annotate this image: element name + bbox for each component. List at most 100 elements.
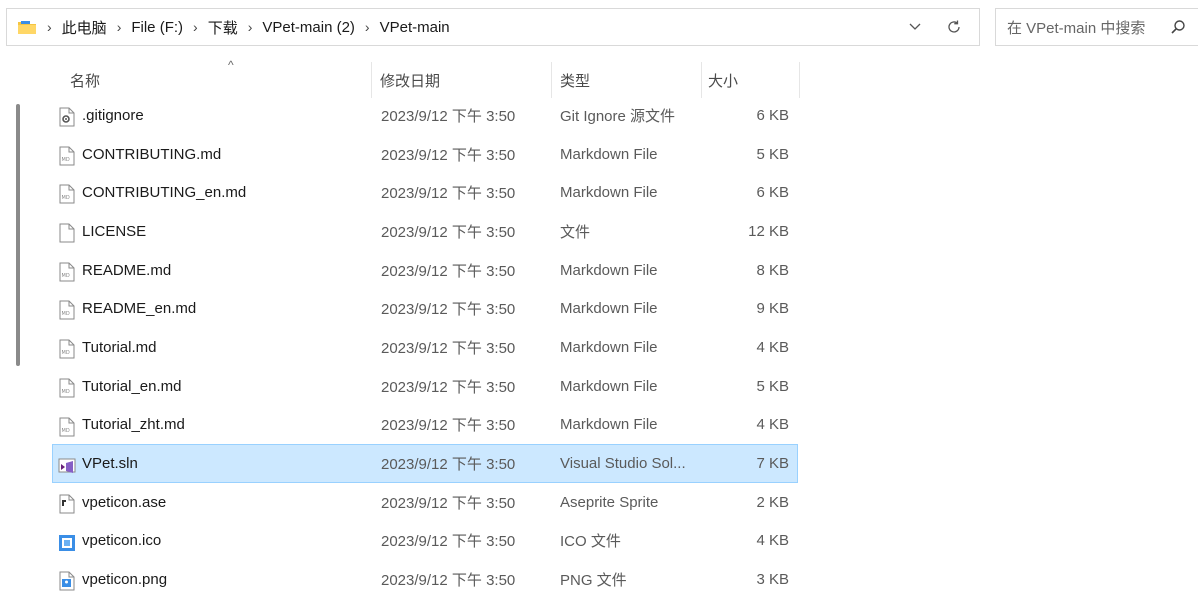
file-date: 2023/9/12 下午 3:50 (381, 301, 516, 319)
breadcrumb: › 此电脑 › File (F:) › 下载 › VPet-main (2) › VPet-mai… (37, 17, 450, 38)
column-name-label: 名称 (70, 72, 101, 90)
file-row[interactable]: vpeticon.ico 2023/9/12 下午 3:50 ICO 文件 4 KB (52, 522, 798, 561)
breadcrumb-separator-icon[interactable]: › (365, 19, 370, 35)
file-row[interactable]: .gitignore 2023/9/12 下午 3:50 Git Ignore 源文… (52, 96, 798, 135)
address-bar[interactable]: › 此电脑 › File (F:) › 下载 › VPet-main (2) › VPet-mai… (6, 8, 980, 46)
file-name: Tutorial_en.md (82, 377, 182, 395)
svg-text:MD: MD (62, 157, 70, 163)
file-date: 2023/9/12 下午 3:50 (381, 262, 516, 280)
file-type: Git Ignore 源文件 (560, 107, 676, 125)
file-list: .gitignore 2023/9/12 下午 3:50 Git Ignore 源文… (52, 96, 798, 596)
file-size: 3 KB (756, 571, 789, 589)
breadcrumb-separator-icon[interactable]: › (248, 19, 253, 35)
markdown-file-icon: MD (58, 300, 76, 320)
markdown-file-icon: MD (58, 339, 76, 359)
chevron-down-icon[interactable] (907, 18, 923, 34)
file-size: 12 KB (748, 222, 789, 240)
file-row[interactable]: MD Tutorial.md 2023/9/12 下午 3:50 Markdown F… (52, 328, 798, 367)
blank-file-icon (58, 223, 76, 243)
column-date-label: 修改日期 (380, 72, 441, 90)
folder-icon (17, 19, 37, 35)
file-name: LICENSE (82, 222, 147, 240)
file-row[interactable]: MD Tutorial_zht.md 2023/9/12 下午 3:50 Markdo… (52, 406, 798, 445)
breadcrumb-separator-icon[interactable]: › (47, 19, 52, 35)
file-size: 5 KB (756, 377, 789, 395)
png-file-icon (58, 571, 76, 591)
svg-text:MD: MD (62, 389, 70, 395)
file-name: Tutorial.md (82, 338, 157, 356)
file-type: 文件 (560, 223, 591, 241)
file-name: Tutorial_zht.md (82, 416, 185, 434)
column-header-name[interactable]: 名称 ^ (52, 58, 372, 98)
search-input[interactable]: 在 VPet-main 中搜索 (995, 8, 1198, 46)
file-type: Markdown File (560, 377, 658, 395)
markdown-file-icon: MD (58, 378, 76, 398)
file-name: vpeticon.ico (82, 532, 162, 550)
svg-text:MD: MD (62, 428, 70, 434)
file-type: Markdown File (560, 184, 658, 202)
file-name: VPet.sln (82, 455, 138, 473)
file-size: 4 KB (756, 416, 789, 434)
file-size: 7 KB (756, 455, 789, 473)
breadcrumb-item[interactable]: 此电脑 (62, 17, 107, 38)
file-row[interactable]: MD CONTRIBUTING_en.md 2023/9/12 下午 3:50 Mar… (52, 173, 798, 212)
markdown-file-icon: MD (58, 184, 76, 204)
svg-text:MD: MD (62, 311, 70, 317)
column-header-type[interactable]: 类型 (552, 62, 702, 98)
file-row[interactable]: vpeticon.png 2023/9/12 下午 3:50 PNG 文件 3 KB (52, 560, 798, 596)
file-type: Markdown File (560, 145, 658, 163)
file-name: CONTRIBUTING_en.md (82, 184, 247, 202)
column-header-date[interactable]: 修改日期 (372, 62, 552, 98)
file-size: 2 KB (756, 493, 789, 511)
file-type: Visual Studio Sol... (560, 455, 686, 473)
refresh-icon[interactable] (945, 18, 963, 36)
svg-text:MD: MD (62, 195, 70, 201)
file-size: 9 KB (756, 300, 789, 318)
column-type-label: 类型 (560, 72, 591, 90)
file-date: 2023/9/12 下午 3:50 (381, 456, 516, 474)
breadcrumb-separator-icon[interactable]: › (117, 19, 122, 35)
breadcrumb-item[interactable]: 下载 (208, 17, 238, 38)
breadcrumb-item[interactable]: VPet-main (380, 19, 450, 36)
file-date: 2023/9/12 下午 3:50 (381, 223, 516, 241)
column-header-size[interactable]: 大小 (702, 62, 800, 98)
column-header: 名称 ^ 修改日期 类型 大小 (52, 58, 800, 98)
file-size: 6 KB (756, 106, 789, 124)
svg-text:MD: MD (62, 350, 70, 356)
file-date: 2023/9/12 下午 3:50 (381, 494, 516, 512)
file-date: 2023/9/12 下午 3:50 (381, 339, 516, 357)
aseprite-file-icon (58, 494, 76, 514)
file-type: PNG 文件 (560, 572, 627, 590)
file-type: Markdown File (560, 416, 658, 434)
file-row[interactable]: vpeticon.ase 2023/9/12 下午 3:50 Aseprite Sp… (52, 483, 798, 522)
markdown-file-icon: MD (58, 262, 76, 282)
file-row[interactable]: MD CONTRIBUTING.md 2023/9/12 下午 3:50 Markdo… (52, 135, 798, 174)
search-icon[interactable] (1170, 19, 1186, 35)
breadcrumb-separator-icon[interactable]: › (193, 19, 198, 35)
file-row[interactable]: LICENSE 2023/9/12 下午 3:50 文件 12 KB (52, 212, 798, 251)
file-row[interactable]: MD README.md 2023/9/12 下午 3:50 Markdown Fil… (52, 251, 798, 290)
file-type: Aseprite Sprite (560, 493, 659, 511)
file-type: ICO 文件 (560, 533, 621, 551)
breadcrumb-item[interactable]: VPet-main (2) (262, 19, 355, 36)
file-type: Markdown File (560, 338, 658, 356)
file-date: 2023/9/12 下午 3:50 (381, 185, 516, 203)
gitignore-file-icon (58, 107, 76, 127)
vertical-scrollbar[interactable] (16, 104, 20, 366)
file-name: .gitignore (82, 106, 144, 124)
ico-file-icon (58, 533, 76, 553)
file-date: 2023/9/12 下午 3:50 (381, 107, 516, 125)
file-type: Markdown File (560, 300, 658, 318)
file-size: 4 KB (756, 338, 789, 356)
file-size: 4 KB (756, 532, 789, 550)
file-name: README_en.md (82, 300, 197, 318)
file-row[interactable]: MD README_en.md 2023/9/12 下午 3:50 Markdown … (52, 289, 798, 328)
visual-studio-solution-icon (58, 455, 76, 475)
search-placeholder: 在 VPet-main 中搜索 (1007, 19, 1146, 37)
file-size: 6 KB (756, 184, 789, 202)
column-size-label: 大小 (708, 72, 739, 90)
file-date: 2023/9/12 下午 3:50 (381, 572, 516, 590)
file-row[interactable]: VPet.sln 2023/9/12 下午 3:50 Visual Studio S… (52, 444, 798, 483)
breadcrumb-item[interactable]: File (F:) (131, 19, 183, 36)
file-row[interactable]: MD Tutorial_en.md 2023/9/12 下午 3:50 Markdow… (52, 367, 798, 406)
